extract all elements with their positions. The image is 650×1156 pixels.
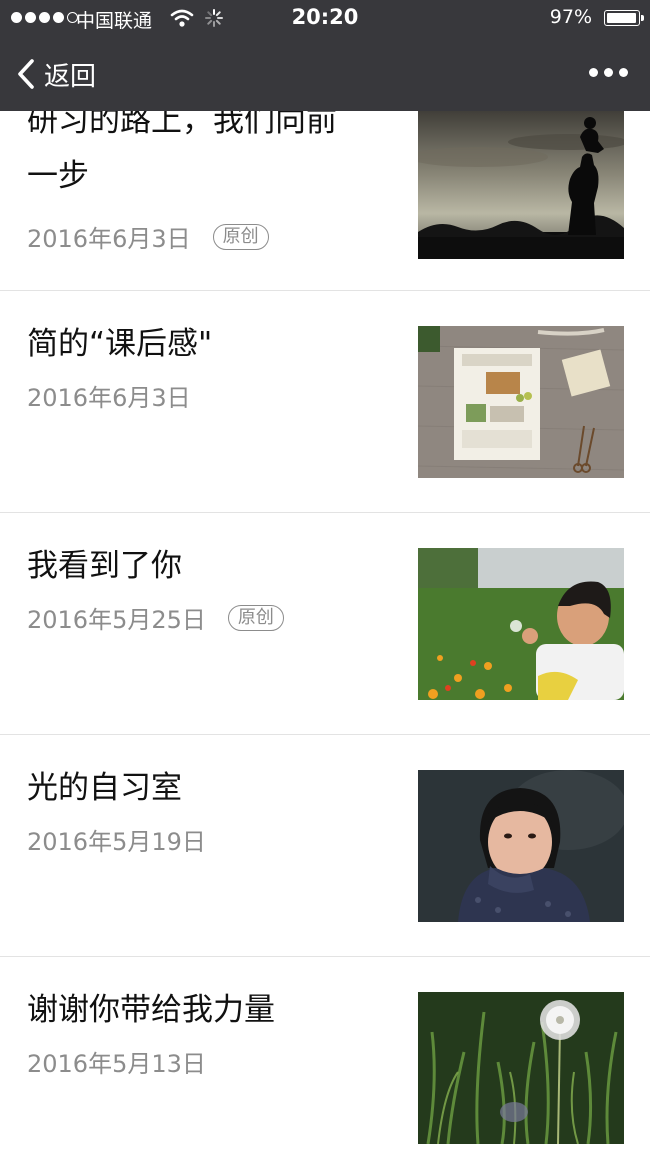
article-date: 2016年6月3日: [27, 225, 191, 253]
status-bar: 中国联通 20:20 97%: [0, 0, 650, 36]
battery-percentage: 97%: [549, 6, 592, 28]
battery-tip: [641, 15, 644, 21]
article-item[interactable]: 研习的路上，我们向前 一步 2016年6月3日 原创: [0, 111, 650, 291]
original-badge: 原创: [212, 223, 269, 250]
article-thumbnail: [418, 326, 624, 478]
article-meta: 2016年6月3日 原创: [27, 219, 269, 254]
article-title: 研习的路上，我们向前 一步: [27, 111, 337, 194]
article-title: 简的“课后感": [27, 326, 213, 362]
battery-level: [607, 13, 637, 23]
original-badge: 原创: [227, 604, 284, 631]
article-meta: 2016年5月19日: [27, 822, 206, 857]
article-title: 光的自习室: [27, 770, 182, 806]
navigation-bar: 返回: [0, 36, 650, 111]
article-title: 谢谢你带给我力量: [27, 992, 275, 1028]
chevron-left-icon: [18, 59, 34, 89]
article-meta: 2016年5月25日 原创: [27, 600, 284, 635]
back-label: 返回: [44, 61, 97, 92]
article-date: 2016年5月19日: [27, 828, 206, 856]
article-thumbnail: [418, 770, 624, 922]
article-date: 2016年5月13日: [27, 1050, 206, 1078]
article-meta: 2016年5月13日: [27, 1044, 206, 1079]
article-item[interactable]: 谢谢你带给我力量 2016年5月13日: [0, 957, 650, 1156]
article-item[interactable]: 简的“课后感" 2016年6月3日: [0, 291, 650, 513]
article-item[interactable]: 我看到了你 2016年5月25日 原创: [0, 513, 650, 735]
more-icon: [589, 68, 598, 77]
article-thumbnail: [418, 548, 624, 700]
battery-icon: [604, 10, 640, 26]
article-date: 2016年5月25日: [27, 606, 206, 634]
article-thumbnail: [418, 111, 624, 259]
article-title: 我看到了你: [27, 548, 182, 584]
article-list[interactable]: 研习的路上，我们向前 一步 2016年6月3日 原创 简的“课后感" 2016年…: [0, 111, 650, 1156]
back-button[interactable]: 返回: [14, 54, 96, 94]
more-options-button[interactable]: [585, 64, 632, 81]
article-item[interactable]: 光的自习室 2016年5月19日: [0, 735, 650, 957]
article-date: 2016年6月3日: [27, 384, 191, 412]
article-meta: 2016年6月3日: [27, 378, 191, 413]
article-thumbnail: [418, 992, 624, 1144]
